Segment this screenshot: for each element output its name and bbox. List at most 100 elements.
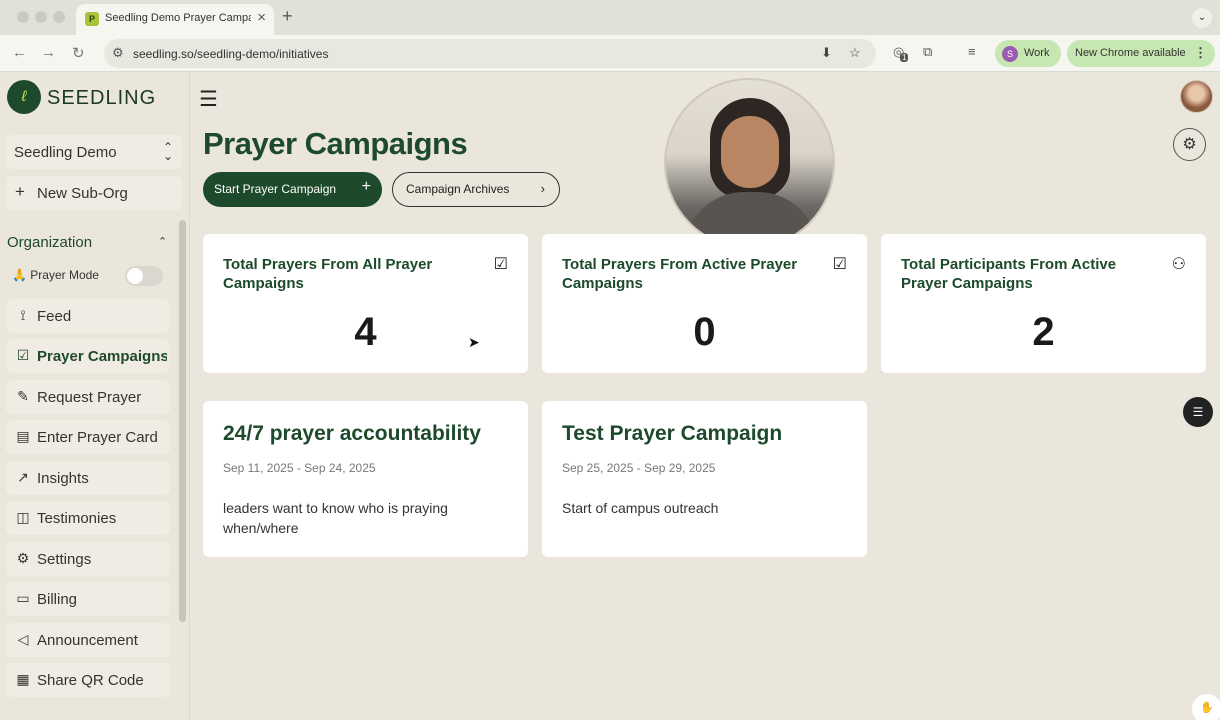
prayer-mode-label: 🙏 Prayer Mode xyxy=(12,268,99,282)
prayer-mode-toggle[interactable] xyxy=(125,266,163,286)
chevron-up-icon[interactable]: ⌃ xyxy=(158,235,167,248)
sidebar-item-feed[interactable]: ⟟ Feed xyxy=(6,299,170,333)
calendar-check-icon: ☑ xyxy=(16,347,30,363)
credit-card-icon: ▭ xyxy=(16,590,30,606)
new-sub-org-label: New Sub-Org xyxy=(37,185,128,202)
stat-value: 2 xyxy=(1032,310,1055,354)
campaign-card[interactable]: Test Prayer Campaign Sep 25, 2025 - Sep … xyxy=(542,401,867,557)
tab-search-button[interactable]: ⌄ xyxy=(1192,8,1212,28)
forward-button[interactable]: → xyxy=(41,44,56,61)
sidebar: ℓ SEEDLING Seedling Demo ⌃ ⌄ + New Sub-Or… xyxy=(0,72,190,720)
qr-code-icon: ▦ xyxy=(16,671,30,687)
chevron-up-down-icon: ⌃ ⌄ xyxy=(162,140,173,163)
new-sub-org-button[interactable]: + New Sub-Org xyxy=(6,176,182,210)
chrome-update-button[interactable]: New Chrome available ⋮ xyxy=(1067,40,1215,67)
webcam-person-face xyxy=(721,116,779,188)
mouse-cursor-icon: ➤ xyxy=(468,334,480,350)
hamburger-menu-icon[interactable]: ☰ xyxy=(199,87,218,112)
profile-button[interactable]: S Work xyxy=(995,40,1061,67)
sidebar-item-label: Testimonies xyxy=(37,510,117,527)
section-title-organization[interactable]: Organization xyxy=(7,234,92,251)
sidebar-item-label: Enter Prayer Card xyxy=(37,429,158,446)
browser-tab[interactable]: P Seedling Demo Prayer Campaigns × xyxy=(76,4,274,35)
stat-card-total-prayers-active: Total Prayers From Active Prayer Campaig… xyxy=(542,234,867,373)
notebook-icon: ✎ xyxy=(17,388,29,404)
users-icon: ⚇ xyxy=(1171,256,1186,273)
filter-fab-icon[interactable]: ☰ xyxy=(1183,397,1213,427)
sidebar-item-share-qr-code[interactable]: ▦ Share QR Code xyxy=(6,663,170,697)
sidebar-item-request-prayer[interactable]: ✎ Request Prayer xyxy=(6,380,170,414)
browser-toolbar: ← → ↻ ⚙ seedling.so/seedling-demo/initia… xyxy=(0,35,1220,72)
site-info-icon[interactable]: ⚙ xyxy=(112,45,124,61)
browser-tab-bar: P Seedling Demo Prayer Campaigns × + ⌄ xyxy=(0,0,1220,35)
user-avatar[interactable] xyxy=(1180,80,1213,113)
profile-label: Work xyxy=(1024,47,1050,59)
sidebar-item-prayer-campaigns[interactable]: ☑ Prayer Campaigns xyxy=(6,339,170,373)
sidebar-item-settings[interactable]: ⚙ Settings xyxy=(6,542,170,576)
campaign-archives-label: Campaign Archives xyxy=(406,182,510,196)
line-chart-icon: ↗ xyxy=(17,469,29,485)
brand-name: SEEDLING xyxy=(47,87,157,109)
extensions-puzzle-icon[interactable]: ⧉ xyxy=(923,44,932,60)
stat-card-total-participants-active: Total Participants From Active Prayer Ca… xyxy=(881,234,1206,373)
campaign-description: leaders want to know who is praying when… xyxy=(223,500,448,536)
start-campaign-label: Start Prayer Campaign xyxy=(214,182,337,196)
address-bar[interactable]: ⚙ seedling.so/seedling-demo/initiatives … xyxy=(104,39,876,68)
org-selector[interactable]: Seedling Demo ⌃ ⌄ xyxy=(6,135,182,169)
reload-button[interactable]: ↻ xyxy=(72,44,85,62)
sidebar-item-label: Settings xyxy=(37,551,92,568)
sidebar-item-label: Billing xyxy=(37,591,78,608)
tab-title: Seedling Demo Prayer Campaigns xyxy=(105,12,251,24)
start-prayer-campaign-button[interactable]: Start Prayer Campaign + xyxy=(203,172,382,207)
gear-icon: ⚙ xyxy=(16,550,30,566)
url-text: seedling.so/seedling-demo/initiatives xyxy=(133,47,329,61)
org-name: Seedling Demo xyxy=(14,144,117,161)
campaign-card[interactable]: 24/7 prayer accountability Sep 11, 2025 … xyxy=(203,401,528,557)
reading-list-icon[interactable]: ≡ xyxy=(968,44,976,59)
megaphone-icon: ◁ xyxy=(17,631,29,647)
campaign-archives-button[interactable]: Campaign Archives › xyxy=(392,172,560,207)
sidebar-item-billing[interactable]: ▭ Billing xyxy=(6,582,170,616)
new-tab-button[interactable]: + xyxy=(282,6,293,27)
book-open-icon: ◫ xyxy=(16,509,30,525)
help-widget-icon[interactable]: ✋ xyxy=(1192,694,1220,720)
sidebar-item-enter-prayer-card[interactable]: ▤ Enter Prayer Card xyxy=(6,420,170,454)
rss-icon: ⟟ xyxy=(20,307,26,323)
campaign-dates: Sep 11, 2025 - Sep 24, 2025 xyxy=(223,461,376,475)
sidebar-item-label: Insights xyxy=(37,470,89,487)
plus-icon: + xyxy=(361,178,371,195)
stat-title: Total Prayers From Active Prayer Campaig… xyxy=(562,256,798,292)
tab-close-icon[interactable]: × xyxy=(257,9,266,26)
sidebar-scrollbar[interactable] xyxy=(179,220,186,622)
page-settings-gear-icon[interactable]: ⚙ xyxy=(1173,128,1206,161)
seedling-logo-icon: ℓ xyxy=(7,80,41,114)
sidebar-item-announcement[interactable]: ◁ Announcement xyxy=(6,623,170,657)
sidebar-item-label: Feed xyxy=(37,308,72,325)
install-app-icon[interactable]: ⬇ xyxy=(821,45,832,61)
window-minimize-button[interactable] xyxy=(35,11,47,23)
window-zoom-button[interactable] xyxy=(53,11,65,23)
kebab-menu-icon[interactable]: ⋮ xyxy=(1194,45,1207,61)
sidebar-item-testimonies[interactable]: ◫ Testimonies xyxy=(6,501,170,535)
webcam-overlay xyxy=(664,78,835,249)
update-label: New Chrome available xyxy=(1075,47,1186,59)
sidebar-item-insights[interactable]: ↗ Insights xyxy=(6,461,170,495)
campaign-description: Start of campus outreach xyxy=(562,500,719,516)
site-favicon-icon: P xyxy=(85,12,99,26)
calendar-check-icon: ☑ xyxy=(493,256,508,273)
campaign-title: Test Prayer Campaign xyxy=(562,422,783,445)
sidebar-item-label: Prayer Campaigns xyxy=(37,348,167,365)
stat-title: Total Prayers From All Prayer Campaigns xyxy=(223,256,433,292)
profile-avatar: S xyxy=(1002,46,1018,62)
stat-value: 0 xyxy=(693,310,716,354)
calendar-check-icon: ☑ xyxy=(832,256,847,273)
extension-badge: 1 xyxy=(900,53,909,62)
sidebar-item-label: Request Prayer xyxy=(37,389,142,406)
document-icon: ▤ xyxy=(16,428,30,444)
sidebar-item-label: Announcement xyxy=(37,632,138,649)
window-close-button[interactable] xyxy=(17,11,29,23)
bookmark-star-icon[interactable]: ☆ xyxy=(849,45,861,61)
campaign-dates: Sep 25, 2025 - Sep 29, 2025 xyxy=(562,461,716,475)
back-button[interactable]: ← xyxy=(12,44,27,61)
toggle-knob xyxy=(127,268,143,284)
